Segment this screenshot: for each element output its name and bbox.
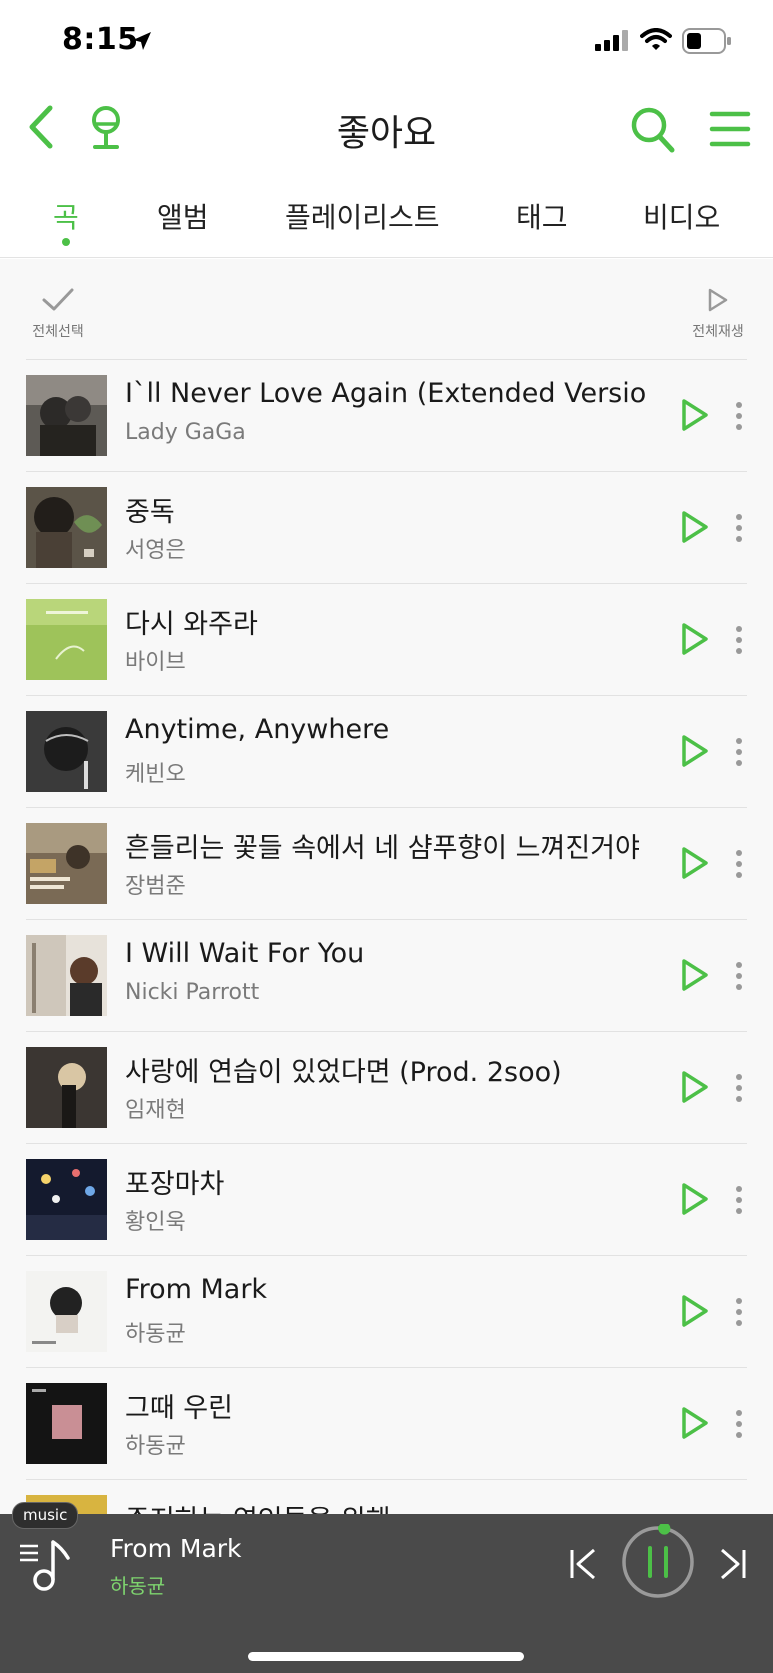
song-artist: Nicki Parrott xyxy=(125,980,260,1005)
song-artist: 바이브 xyxy=(125,650,186,675)
tab-tags[interactable]: 태그 xyxy=(516,196,568,236)
battery-icon xyxy=(682,28,731,54)
list-item[interactable]: 사랑에 연습이 있었다면 (Prod. 2soo) 임재현 xyxy=(0,1032,773,1144)
song-artist: 하동균 xyxy=(125,1322,186,1347)
more-icon[interactable] xyxy=(731,960,747,992)
music-queue-icon[interactable] xyxy=(18,1536,76,1592)
song-title: 사랑에 연습이 있었다면 (Prod. 2soo) xyxy=(125,1057,562,1088)
list-item[interactable]: 그때 우린 하동균 xyxy=(0,1368,773,1480)
tab-videos[interactable]: 비디오 xyxy=(643,196,720,236)
more-icon[interactable] xyxy=(731,736,747,768)
album-cover xyxy=(26,1383,107,1464)
song-title: From Mark xyxy=(125,1274,268,1305)
player-track-title: From Mark xyxy=(110,1534,242,1563)
more-icon[interactable] xyxy=(731,512,747,544)
list-item[interactable]: I Will Wait For You Nicki Parrott xyxy=(0,920,773,1032)
play-icon[interactable] xyxy=(680,846,710,880)
song-list-area: 전체선택 전체재생 I`ll Never Love Again (Extende… xyxy=(0,259,773,1514)
more-icon[interactable] xyxy=(731,1072,747,1104)
song-artist: 하동균 xyxy=(125,1434,186,1459)
song-title: 흔들리는 꽃들 속에서 네 샴푸향이 느껴진거야 xyxy=(125,833,640,864)
next-icon[interactable] xyxy=(718,1546,748,1582)
select-all-label: 전체선택 xyxy=(32,324,84,340)
more-icon[interactable] xyxy=(731,1296,747,1328)
signal-icon xyxy=(595,30,628,51)
player-track-artist: 하동균 xyxy=(110,1574,166,1598)
pause-icon[interactable] xyxy=(620,1524,696,1600)
song-artist: 서영은 xyxy=(125,538,186,563)
song-list: I`ll Never Love Again (Extended Version)… xyxy=(0,360,773,1514)
list-item[interactable]: From Mark 하동균 xyxy=(0,1256,773,1368)
song-title: 주저하는 연인들을 위해 xyxy=(125,1498,645,1514)
song-artist: 황인욱 xyxy=(125,1210,186,1235)
play-icon[interactable] xyxy=(680,958,710,992)
album-cover xyxy=(26,487,107,568)
song-title: I Will Wait For You xyxy=(125,938,365,969)
tab-songs[interactable]: 곡 xyxy=(53,196,79,236)
list-item[interactable]: 주저하는 연인들을 위해 xyxy=(0,1480,773,1514)
home-indicator xyxy=(248,1652,524,1661)
play-icon[interactable] xyxy=(680,1294,710,1328)
album-cover xyxy=(26,1271,107,1352)
active-tab-indicator xyxy=(62,238,70,246)
song-artist: 임재현 xyxy=(125,1098,186,1123)
tab-playlists[interactable]: 플레이리스트 xyxy=(285,196,440,236)
song-title: 그때 우린 xyxy=(125,1393,233,1424)
list-item[interactable]: I`ll Never Love Again (Extended Version)… xyxy=(0,360,773,472)
play-icon[interactable] xyxy=(680,1182,710,1216)
more-icon[interactable] xyxy=(731,400,747,432)
search-icon[interactable] xyxy=(630,104,676,154)
play-icon xyxy=(708,288,728,312)
location-arrow-icon xyxy=(133,32,151,50)
album-cover xyxy=(26,823,107,904)
more-icon[interactable] xyxy=(731,1408,747,1440)
play-all-label: 전체재생 xyxy=(692,324,744,340)
song-title: 중독 xyxy=(125,497,175,528)
play-icon[interactable] xyxy=(680,734,710,768)
album-cover xyxy=(26,599,107,680)
more-icon[interactable] xyxy=(731,848,747,880)
wifi-icon xyxy=(640,28,672,50)
mini-player[interactable]: music From Mark 하동균 xyxy=(0,1502,773,1673)
play-icon[interactable] xyxy=(680,510,710,544)
album-cover xyxy=(26,1159,107,1240)
select-all-button[interactable]: 전체선택 xyxy=(26,287,90,347)
album-cover xyxy=(26,375,107,456)
more-icon[interactable] xyxy=(731,624,747,656)
song-title: Anytime, Anywhere xyxy=(125,714,390,745)
list-item[interactable]: 중독 서영은 xyxy=(0,472,773,584)
list-item[interactable]: Anytime, Anywhere 케빈오 xyxy=(0,696,773,808)
song-title: 다시 와주라 xyxy=(125,609,258,640)
play-icon[interactable] xyxy=(680,1070,710,1104)
tab-albums[interactable]: 앨범 xyxy=(157,196,209,236)
category-tabs: 곡 앨범 플레이리스트 태그 비디오 xyxy=(0,180,773,258)
album-cover xyxy=(26,1047,107,1128)
play-icon[interactable] xyxy=(680,1406,710,1440)
prev-icon[interactable] xyxy=(568,1546,598,1582)
list-item[interactable]: 흔들리는 꽃들 속에서 네 샴푸향이 느껴진거야 장범준 xyxy=(0,808,773,920)
play-icon[interactable] xyxy=(680,622,710,656)
player-badge: music xyxy=(12,1502,79,1529)
status-bar: 8:15 xyxy=(0,0,773,84)
album-cover xyxy=(26,711,107,792)
play-all-button[interactable]: 전체재생 xyxy=(686,287,750,347)
song-title: I`ll Never Love Again (Extended Version) xyxy=(125,378,645,409)
album-cover xyxy=(26,935,107,1016)
song-artist: Lady GaGa xyxy=(125,420,246,445)
list-item[interactable]: 다시 와주라 바이브 xyxy=(0,584,773,696)
song-title: 포장마차 xyxy=(125,1169,225,1200)
status-time: 8:15 xyxy=(62,22,139,57)
list-item[interactable]: 포장마차 황인욱 xyxy=(0,1144,773,1256)
menu-icon[interactable] xyxy=(708,106,752,152)
app-header: 좋아요 xyxy=(0,84,773,174)
check-icon xyxy=(42,288,74,311)
song-artist: 장범준 xyxy=(125,874,186,899)
play-icon[interactable] xyxy=(680,398,710,432)
more-icon[interactable] xyxy=(731,1184,747,1216)
song-artist: 케빈오 xyxy=(125,762,186,787)
